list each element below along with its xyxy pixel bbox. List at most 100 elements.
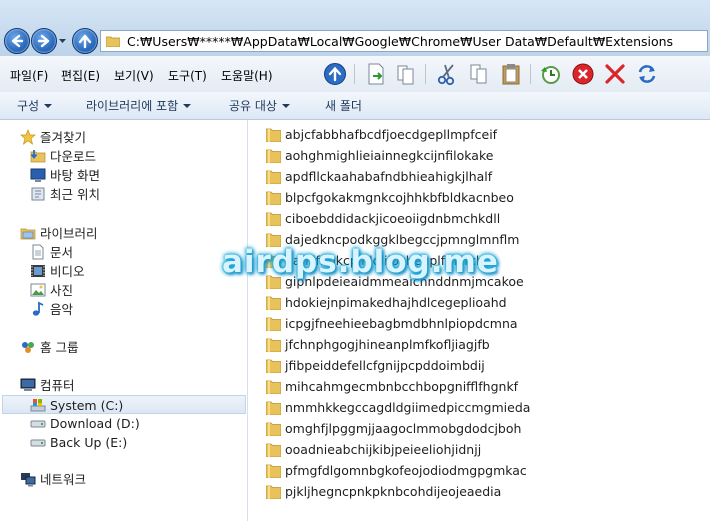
arrow-left-icon [11, 34, 24, 48]
folder-icon [266, 422, 281, 436]
history-dropdown-icon[interactable] [58, 36, 67, 45]
menu-help[interactable]: 도움말(H) [221, 67, 273, 84]
organize-label: 구성 [17, 99, 40, 113]
drive-icon [30, 420, 46, 428]
nav-label: 사진 [50, 283, 74, 298]
toolbar-separator [425, 64, 426, 84]
nav-videos[interactable]: 비디오 [30, 262, 220, 281]
library-icon [20, 228, 36, 240]
folder-icon [266, 464, 281, 478]
network-icon [21, 473, 36, 487]
navigation-pane: 즐겨찾기 다운로드 바탕 화면 최근 위치 라이브러리 문서 비디오 사진 음악… [0, 120, 248, 521]
command-bar: 구성 라이브러리에 포함 공유 대상 새 폴더 [0, 92, 710, 120]
delete-icon[interactable] [571, 62, 595, 86]
nav-favorites[interactable]: 즐겨찾기 [20, 128, 220, 147]
folder-icon [266, 401, 281, 415]
remove-x-icon[interactable] [603, 62, 627, 86]
menu-view[interactable]: 보기(V) [114, 67, 154, 84]
videos-icon [31, 265, 45, 277]
nav-computer[interactable]: 컴퓨터 [20, 376, 220, 395]
folder-icon [266, 485, 281, 499]
up-button[interactable] [72, 28, 98, 54]
up-folder-icon[interactable] [323, 62, 347, 86]
nav-drive-e[interactable]: Back Up (E:) [30, 433, 220, 452]
folder-name: nmmhkkegccagdldgiimedpiccmgmieda [285, 400, 531, 415]
nav-label: 바탕 화면 [50, 168, 100, 183]
forward-button[interactable] [31, 28, 57, 54]
nav-music[interactable]: 음악 [30, 300, 220, 319]
nav-network[interactable]: 네트워크 [20, 470, 220, 489]
nav-label: 다운로드 [50, 149, 97, 164]
folder-name: abjcfabbhafbcdfjoecdgepllmpfceif [285, 127, 498, 142]
share-with-button[interactable]: 공유 대상 [229, 97, 290, 114]
folder-name: jfchnphgogjhineanplmfkofljiagjfb [285, 337, 490, 352]
nav-desktop[interactable]: 바탕 화면 [30, 166, 220, 185]
folder-icon [266, 338, 281, 352]
folder-icon [106, 36, 120, 47]
address-bar-area: C:₩Users₩*****₩AppData₩Local₩Google₩Chro… [0, 0, 710, 56]
toolbar-separator [354, 64, 355, 84]
folder-name: mihcahmgecmbnbcchbopgnifflfhgnkf [285, 379, 519, 394]
nav-libraries[interactable]: 라이브러리 [20, 224, 220, 243]
move-to-icon[interactable] [364, 62, 388, 86]
cut-icon[interactable] [435, 62, 459, 86]
file-list: abjcfabbhafbcdfjoecdgepllmpfceif aohghmi… [248, 120, 710, 521]
desktop-icon [30, 168, 46, 182]
download-folder-icon [30, 150, 46, 163]
nav-homegroup[interactable]: 홈 그룹 [20, 338, 220, 357]
folder-name: pjkljhegncpnkpknbcohdijeojeaedia [285, 484, 502, 499]
menu-tools[interactable]: 도구(T) [168, 67, 207, 84]
folder-name: jfibpeiddefellcfgnijpcpddoimbdij [285, 358, 485, 373]
documents-icon [32, 244, 44, 260]
folder-icon [266, 359, 281, 373]
nav-label: 문서 [50, 245, 74, 260]
homegroup-icon [22, 342, 34, 353]
nav-label: Back Up (E:) [50, 435, 128, 450]
nav-drive-d[interactable]: Download (D:) [30, 414, 220, 433]
organize-button[interactable]: 구성 [17, 97, 53, 114]
nav-documents[interactable]: 문서 [30, 243, 220, 262]
new-folder-button[interactable]: 새 폴더 [325, 97, 362, 114]
folder-name: aohghmighlieiainnegkcijnfilokake [285, 148, 494, 163]
nav-label: 네트워크 [40, 472, 87, 487]
folder-name: ciboebddidackjicoeoiigdnbmchkdll [285, 211, 501, 226]
nav-label: 즐겨찾기 [40, 130, 87, 145]
nav-drive-c[interactable]: System (C:) [2, 395, 246, 414]
folder-icon [266, 380, 281, 394]
address-field[interactable]: C:₩Users₩*****₩AppData₩Local₩Google₩Chro… [100, 30, 708, 52]
include-library-button[interactable]: 라이브러리에 포함 [86, 97, 192, 114]
folder-name: ooadnieabchijkibjpeieeliohjidnjj [285, 442, 482, 457]
folder-icon [266, 317, 281, 331]
folder-icon [266, 149, 281, 163]
chevron-down-icon [183, 104, 192, 108]
folder-name: omghfjlpggmjjaagoclmmobgdodcjboh [285, 421, 522, 436]
nav-label: 음악 [50, 302, 74, 317]
music-icon [32, 301, 44, 316]
copy-icon[interactable] [467, 62, 491, 86]
menu-edit[interactable]: 편집(E) [61, 67, 100, 84]
drive-icon [30, 439, 46, 447]
refresh-icon[interactable] [635, 62, 659, 86]
folder-icon [266, 212, 281, 226]
nav-label: 컴퓨터 [40, 378, 75, 393]
menu-bar: 파일(F) 편집(E) 보기(V) 도구(T) 도움말(H) [0, 56, 710, 93]
folder-name: pfmgfdlgomnbgkofeojodiodmgpgmkac [285, 463, 527, 478]
copy-to-icon[interactable] [394, 62, 418, 86]
nav-pictures[interactable]: 사진 [30, 281, 220, 300]
nav-label: 라이브러리 [40, 226, 98, 241]
share-with-label: 공유 대상 [229, 99, 277, 113]
undo-icon[interactable] [539, 62, 563, 86]
folder-name: apdfllckaahabafndbhieahigkjlhalf [285, 169, 493, 184]
folder-icon [266, 296, 281, 310]
nav-downloads[interactable]: 다운로드 [30, 147, 220, 166]
chevron-down-icon [44, 104, 53, 108]
menu-file[interactable]: 파일(F) [10, 67, 48, 84]
paste-icon[interactable] [499, 62, 523, 86]
nav-recent[interactable]: 최근 위치 [30, 185, 220, 204]
folder-name: icpgjfneehieebagbmdbhnlpiopdcmna [285, 316, 518, 331]
folder-icon [266, 443, 281, 457]
back-button[interactable] [4, 28, 30, 54]
folder-name: hdokiejnpimakedhajhdlcegeplioahd [285, 295, 507, 310]
nav-label: 홈 그룹 [40, 340, 79, 355]
pictures-icon [30, 283, 46, 297]
